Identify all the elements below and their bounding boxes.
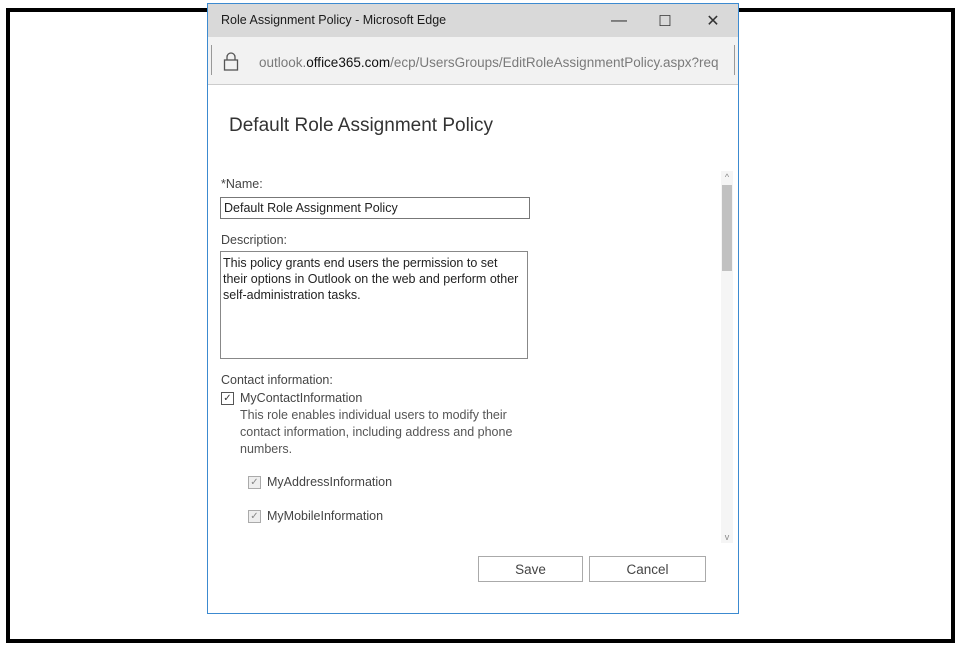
address-bar-right-edge [734,45,735,75]
my-address-information-checkbox[interactable]: ✓ [248,476,261,489]
scroll-down-icon[interactable]: v [721,531,733,543]
description-textarea[interactable]: This policy grants end users the permiss… [220,251,528,359]
contact-info-label: Contact information: [221,373,333,387]
name-input[interactable] [220,197,530,219]
title-bar[interactable]: Role Assignment Policy - Microsoft Edge … [208,4,738,37]
scroll-thumb[interactable] [722,185,732,271]
url-domain: office365.com [306,55,391,70]
save-button[interactable]: Save [478,556,583,582]
maximize-button[interactable]: ☐ [642,4,688,37]
browser-popup-window: Role Assignment Policy - Microsoft Edge … [207,3,739,614]
url-text[interactable]: outlook.office365.com/ecp/UsersGroups/Ed… [259,55,719,70]
my-address-information-label: MyAddressInformation [267,475,393,489]
address-bar[interactable]: outlook.office365.com/ecp/UsersGroups/Ed… [208,37,738,85]
scroll-up-icon[interactable]: ^ [721,171,733,183]
address-bar-left-edge [211,45,212,75]
minimize-button[interactable]: — [596,4,642,37]
url-prefix: outlook. [259,55,307,70]
my-mobile-information-label: MyMobileInformation [267,509,384,523]
description-label: Description: [221,233,287,247]
vertical-scrollbar[interactable]: ^ v [721,171,733,543]
policy-form: Default Role Assignment Policy *Name: De… [208,85,738,613]
my-contact-information-description: This role enables individual users to mo… [240,408,513,456]
my-contact-information-checkbox[interactable]: ✓ [221,392,234,405]
my-mobile-information-checkbox[interactable]: ✓ [248,510,261,523]
window-title: Role Assignment Policy - Microsoft Edge [221,13,447,27]
page-title: Default Role Assignment Policy [229,115,494,136]
lock-icon [223,52,239,77]
cancel-button[interactable]: Cancel [589,556,706,582]
my-contact-information-label: MyContactInformation [240,391,363,405]
name-label: *Name: [221,177,263,191]
url-path: /ecp/UsersGroups/EditRoleAssignmentPolic… [390,55,719,70]
close-button[interactable]: ✕ [690,4,736,37]
